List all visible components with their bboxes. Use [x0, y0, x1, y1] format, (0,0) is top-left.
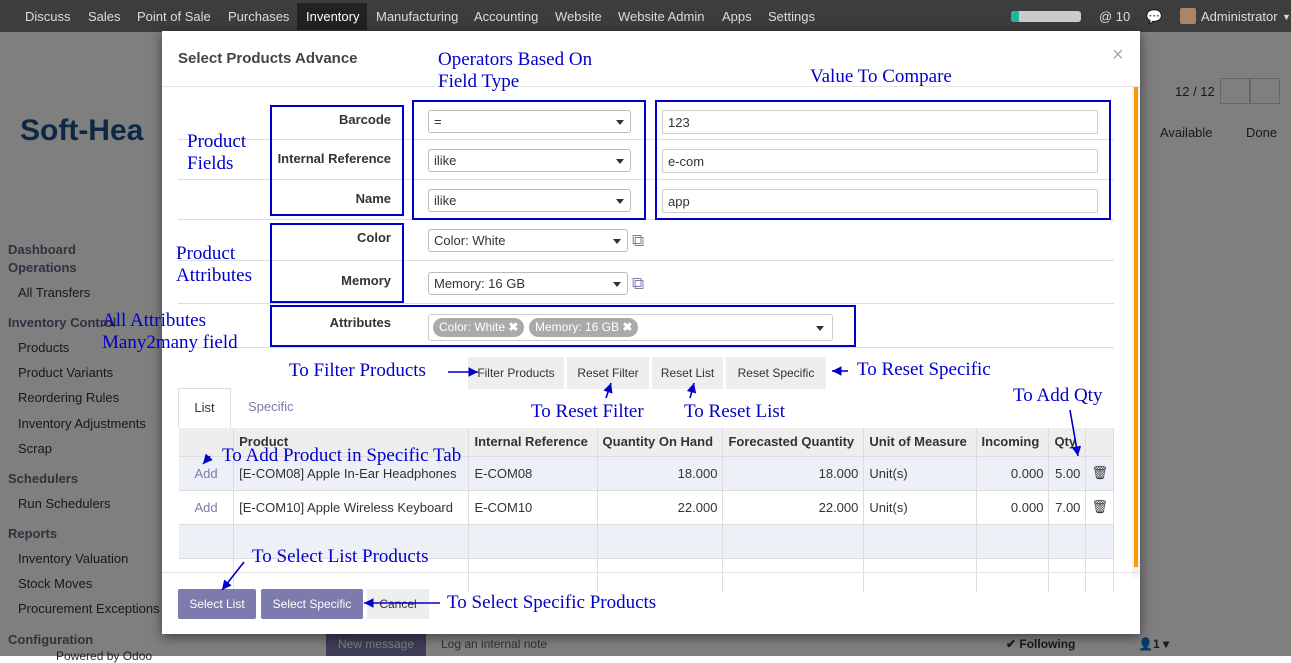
arrow-icon [603, 382, 613, 399]
arrow-icon [1069, 409, 1082, 457]
arrow-icon [686, 382, 697, 399]
arrow-icon [202, 453, 213, 465]
arrow-icon [221, 561, 245, 591]
annotation-arrows [202, 366, 1082, 608]
